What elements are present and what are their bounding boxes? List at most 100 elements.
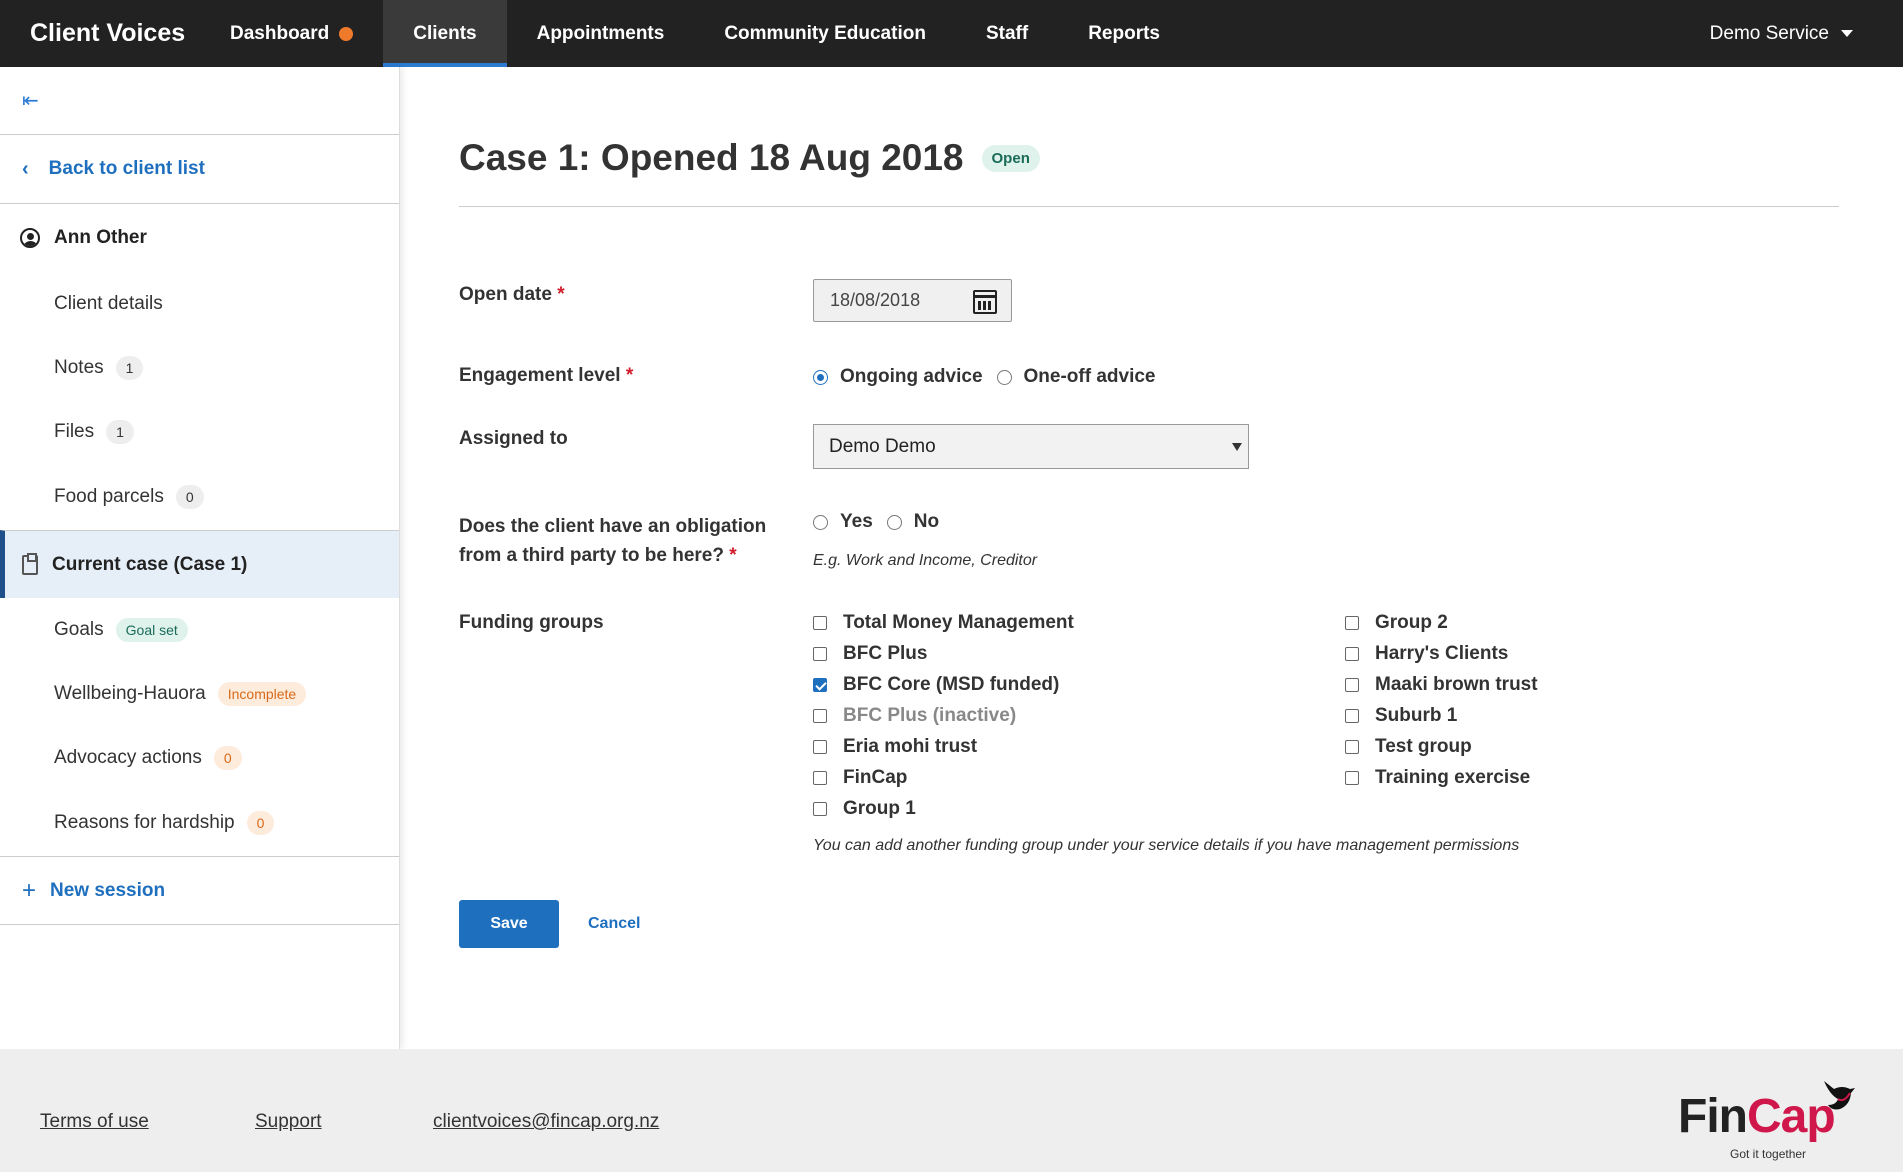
- checkbox[interactable]: [1345, 647, 1359, 661]
- required-marker: *: [625, 365, 634, 386]
- plus-icon: +: [22, 876, 37, 904]
- sidebar-item-wellbeing[interactable]: Wellbeing-Hauora Incomplete: [0, 662, 399, 726]
- chevron-down-icon: [1841, 30, 1853, 37]
- checkbox[interactable]: [1345, 771, 1359, 785]
- nav-staff[interactable]: Staff: [956, 0, 1058, 67]
- radio-ongoing-advice[interactable]: Ongoing advice: [813, 366, 983, 388]
- sidebar-item-label: Reasons for hardship: [54, 812, 235, 833]
- collapse-sidebar-button[interactable]: ⇤: [0, 67, 399, 135]
- checkbox[interactable]: [813, 616, 827, 630]
- count-badge: 1: [115, 356, 144, 380]
- radio-no[interactable]: No: [886, 511, 940, 533]
- radio-label: Yes: [840, 511, 873, 532]
- checkbox-maaki-brown-trust[interactable]: Maaki brown trust: [1345, 674, 1538, 696]
- radio-one-off-advice[interactable]: One-off advice: [996, 366, 1156, 388]
- checkbox-bfc-plus-inactive[interactable]: BFC Plus (inactive): [813, 705, 1016, 727]
- radio-label: No: [913, 511, 940, 532]
- checkbox-label: FinCap: [843, 767, 908, 788]
- checkbox[interactable]: [813, 647, 827, 661]
- obligation-label-line2-wrap: from a third party to be here? *: [459, 541, 766, 570]
- checkbox-label: Total Money Management: [843, 612, 1074, 633]
- radio-button[interactable]: [886, 514, 902, 530]
- logo-fin: Fin: [1678, 1090, 1748, 1143]
- assigned-to-value: Demo Demo: [829, 435, 936, 457]
- assigned-to-select[interactable]: Demo Demo: [813, 424, 1249, 469]
- checkbox[interactable]: [813, 802, 827, 816]
- nav-reports[interactable]: Reports: [1058, 0, 1190, 67]
- radio-yes[interactable]: Yes: [813, 511, 873, 533]
- nav-clients[interactable]: Clients: [383, 0, 507, 67]
- case-header: Case 1: Opened 18 Aug 2018 Open: [459, 137, 1839, 207]
- back-to-client-list-link[interactable]: ‹ Back to client list: [0, 135, 399, 204]
- radio-button-selected[interactable]: [813, 369, 828, 385]
- checkbox-group-2[interactable]: Group 2: [1345, 612, 1448, 634]
- sidebar-item-files[interactable]: Files 1: [0, 400, 399, 464]
- checkbox-label: Test group: [1375, 736, 1472, 757]
- status-badge: Goal set: [115, 618, 188, 642]
- service-menu[interactable]: Demo Service: [1710, 0, 1853, 67]
- checkbox-label: Group 1: [843, 798, 916, 819]
- support-link[interactable]: Support: [255, 1111, 322, 1133]
- checkbox-group-1[interactable]: Group 1: [813, 798, 916, 820]
- checkbox[interactable]: [1345, 709, 1359, 723]
- obligation-label-line1: Does the client have an obligation: [459, 516, 767, 537]
- sidebar-item-label: Notes: [54, 357, 104, 378]
- checkbox[interactable]: [813, 709, 827, 723]
- checkbox-label: BFC Plus (inactive): [843, 705, 1017, 726]
- checkbox-bfc-plus[interactable]: BFC Plus: [813, 643, 927, 665]
- app-brand[interactable]: Client Voices: [30, 19, 230, 48]
- checkbox-training-exercise[interactable]: Training exercise: [1345, 767, 1530, 789]
- sidebar-item-label: Goals: [54, 619, 104, 640]
- nav-appointments[interactable]: Appointments: [507, 0, 695, 67]
- checkbox-fincap[interactable]: FinCap: [813, 767, 907, 789]
- checkbox-label: Maaki brown trust: [1375, 674, 1538, 695]
- checkbox[interactable]: [1345, 740, 1359, 754]
- sidebar-item-goals[interactable]: Goals Goal set: [0, 598, 399, 662]
- email-link[interactable]: clientvoices@fincap.org.nz: [433, 1111, 659, 1133]
- user-circle-icon: [20, 228, 40, 248]
- checkbox-harrys-clients[interactable]: Harry's Clients: [1345, 643, 1508, 665]
- bird-logo-icon: [1824, 1081, 1855, 1110]
- nav-dashboard-label: Dashboard: [230, 22, 330, 44]
- checkbox[interactable]: [1345, 678, 1359, 692]
- terms-of-use-link[interactable]: Terms of use: [40, 1111, 149, 1133]
- obligation-radios: Yes No: [813, 511, 939, 533]
- nav-dashboard[interactable]: Dashboard: [230, 0, 383, 67]
- sidebar-item-advocacy-actions[interactable]: Advocacy actions 0: [0, 726, 399, 790]
- cancel-link[interactable]: Cancel: [588, 915, 640, 933]
- checkbox[interactable]: [1345, 616, 1359, 630]
- count-badge: 0: [246, 811, 275, 835]
- logo-tagline: Got it together: [1730, 1147, 1807, 1161]
- sidebar-item-label: Wellbeing-Hauora: [54, 683, 206, 704]
- sidebar-item-current-case[interactable]: Current case (Case 1): [0, 530, 399, 598]
- sidebar-item-client-details[interactable]: Client details: [0, 272, 399, 336]
- checkbox-total-money-management[interactable]: Total Money Management: [813, 612, 1074, 634]
- checkbox-test-group[interactable]: Test group: [1345, 736, 1472, 758]
- sidebar-item-reasons-for-hardship[interactable]: Reasons for hardship 0: [0, 790, 399, 856]
- checkbox-suburb-1[interactable]: Suburb 1: [1345, 705, 1457, 727]
- new-session-link[interactable]: + New session: [0, 856, 399, 925]
- radio-button[interactable]: [813, 514, 828, 530]
- checkbox[interactable]: [813, 740, 827, 754]
- checkbox[interactable]: [813, 771, 827, 785]
- notification-dot-icon: [339, 26, 354, 41]
- calendar-icon[interactable]: [973, 290, 997, 314]
- save-button[interactable]: Save: [459, 900, 559, 948]
- radio-button[interactable]: [996, 369, 1012, 385]
- nav-community-education[interactable]: Community Education: [694, 0, 956, 67]
- checkbox-bfc-core[interactable]: BFC Core (MSD funded): [813, 674, 1059, 696]
- engagement-label-text: Engagement level: [459, 365, 621, 386]
- sidebar-item-label: Advocacy actions: [54, 747, 202, 768]
- checkbox-label: Group 2: [1375, 612, 1448, 633]
- page-title: Case 1: Opened 18 Aug 2018: [459, 137, 964, 178]
- client-name-item[interactable]: Ann Other: [0, 204, 399, 272]
- checkbox-eria-mohi-trust[interactable]: Eria mohi trust: [813, 736, 977, 758]
- open-date-label: Open date *: [459, 284, 565, 306]
- engagement-level-radios: Ongoing advice One-off advice: [813, 366, 1156, 388]
- sidebar-item-notes[interactable]: Notes 1: [0, 336, 399, 400]
- open-date-input[interactable]: 18/08/2018: [813, 279, 1012, 322]
- sidebar-item-food-parcels[interactable]: Food parcels 0: [0, 464, 399, 530]
- funding-hint: You can add another funding group under …: [813, 837, 1520, 854]
- checkbox-checked[interactable]: [813, 678, 827, 692]
- service-name: Demo Service: [1709, 22, 1829, 44]
